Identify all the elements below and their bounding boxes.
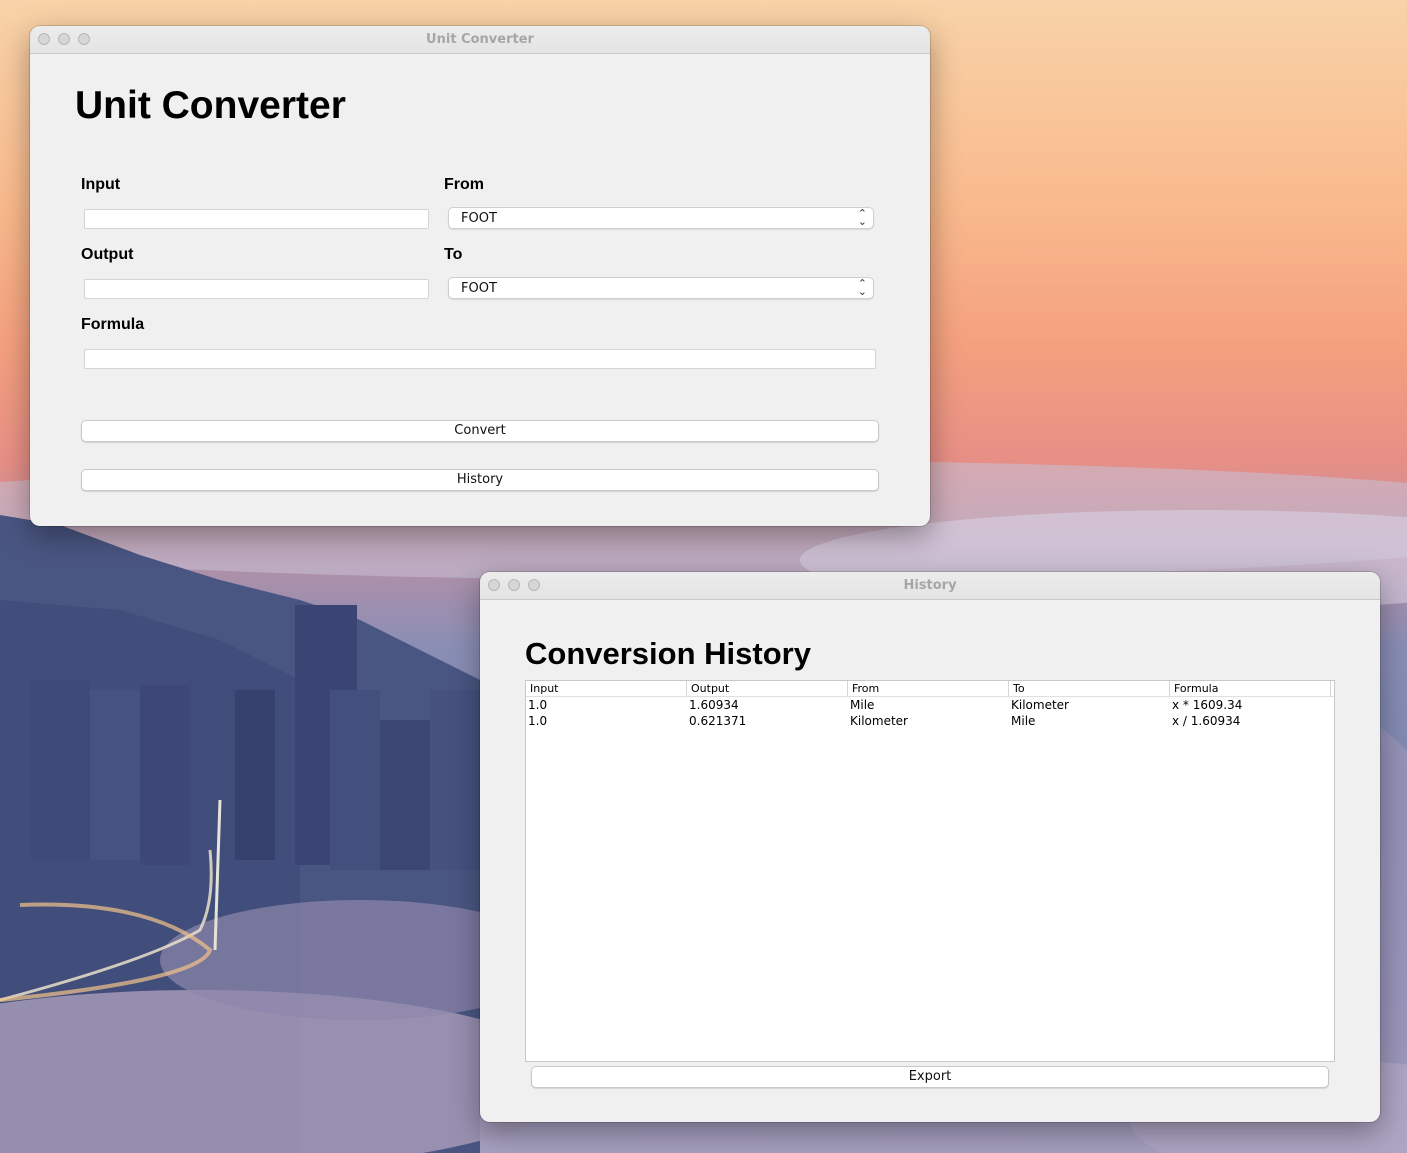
table-cell: Mile [1011,714,1036,728]
window-title: History [903,578,957,593]
history-window: History Conversion History Input Output … [480,572,1380,1122]
chevron-updown-icon: ⌃ ⌄ [857,207,867,228]
column-header[interactable]: From [848,681,1009,696]
formula-field[interactable] [84,349,876,369]
input-label: Input [81,176,121,193]
convert-button[interactable]: Convert [81,420,879,442]
column-header[interactable]: To [1009,681,1170,696]
from-unit-select[interactable]: FOOT ⌃ ⌄ [448,207,874,229]
history-button[interactable]: History [81,469,879,491]
from-unit-value: FOOT [461,211,497,226]
column-header[interactable]: Output [687,681,848,696]
input-field[interactable] [84,209,429,229]
table-cell: Mile [850,698,875,712]
column-header[interactable]: Input [526,681,687,696]
table-cell: 0.621371 [689,714,747,728]
table-cell: 1.60934 [689,698,739,712]
to-unit-value: FOOT [461,281,497,296]
table-row[interactable]: 1.0 0.621371 Kilometer Mile x / 1.60934 [526,713,1334,729]
unit-converter-window: Unit Converter Unit Converter Input From… [30,26,930,526]
table-cell: 1.0 [528,714,548,728]
table-cell: x / 1.60934 [1172,714,1241,728]
history-table[interactable]: Input Output From To Formula 1.0 1.60934… [525,680,1335,1062]
page-title: Unit Converter [75,84,346,127]
table-header: Input Output From To Formula [526,681,1334,697]
to-label: To [444,246,463,263]
table-cell: Kilometer [1011,698,1069,712]
title-bar[interactable]: History [480,572,1380,600]
chevron-updown-icon: ⌃ ⌄ [857,277,867,298]
export-button[interactable]: Export [531,1066,1329,1088]
table-cell: 1.0 [528,698,548,712]
window-title: Unit Converter [426,32,534,47]
table-row[interactable]: 1.0 1.60934 Mile Kilometer x * 1609.34 [526,697,1334,713]
column-header[interactable]: Formula [1170,681,1331,696]
formula-label: Formula [81,316,145,333]
from-label: From [444,176,484,193]
table-cell: Kilometer [850,714,908,728]
to-unit-select[interactable]: FOOT ⌃ ⌄ [448,277,874,299]
output-field[interactable] [84,279,429,299]
table-cell: x * 1609.34 [1172,698,1243,712]
page-title: Conversion History [525,636,811,671]
title-bar[interactable]: Unit Converter [30,26,930,54]
output-label: Output [81,246,134,263]
